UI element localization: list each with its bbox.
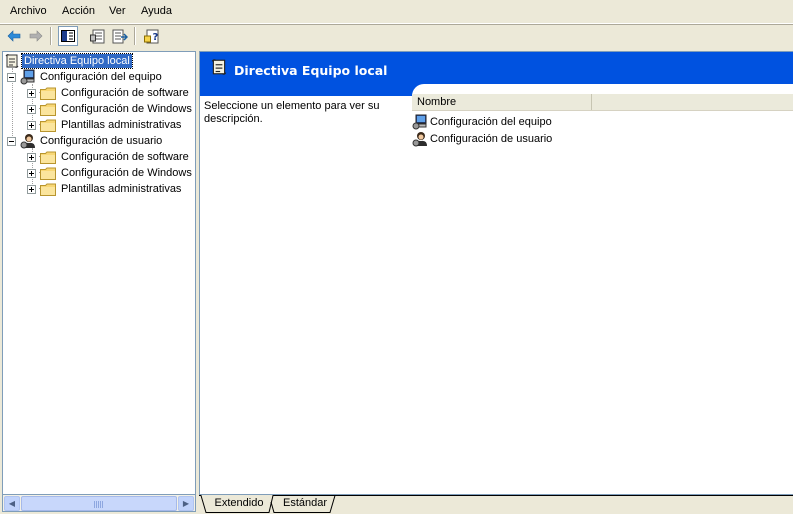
- properties-icon: [90, 29, 105, 43]
- view-tabs: Extendido Estándar: [199, 495, 793, 514]
- list-item-label: Configuración de usuario: [430, 133, 553, 145]
- work-area: Directiva Equipo local Configuración del…: [0, 49, 793, 514]
- toolbar-separator-2: [134, 27, 136, 45]
- folder-icon: [40, 167, 56, 180]
- tree-node-label: Directiva Equipo local: [21, 53, 133, 69]
- expand-toggle[interactable]: [27, 184, 36, 194]
- tree-node-label: Configuración de software: [61, 151, 189, 163]
- tree-node-computer-admin-templates[interactable]: Plantillas administrativas: [27, 117, 183, 133]
- tree-node-label: Plantillas administrativas: [61, 119, 182, 131]
- scroll-thumb[interactable]: [21, 496, 177, 511]
- help-icon: ?: [144, 29, 159, 43]
- expand-toggle[interactable]: [27, 104, 36, 114]
- policy-scroll-icon: [211, 59, 227, 75]
- tree-node-computer-software[interactable]: Configuración de software: [27, 85, 191, 101]
- svg-text:?: ?: [153, 32, 159, 43]
- collapse-toggle[interactable]: [7, 136, 16, 146]
- computer-icon: [412, 114, 427, 130]
- toolbar: ?: [0, 25, 793, 48]
- user-icon: [412, 132, 427, 147]
- tree-node-computer-config[interactable]: Configuración del equipo: [7, 69, 164, 85]
- tree-node-user-config[interactable]: Configuración de usuario: [7, 133, 164, 149]
- scroll-right-button[interactable]: ▶: [178, 496, 194, 511]
- user-icon: [20, 134, 35, 149]
- details-pane: Directiva Equipo local Seleccione un ele…: [199, 51, 793, 495]
- help-button[interactable]: ?: [142, 26, 162, 46]
- tree-horizontal-scrollbar[interactable]: ◀ ▶: [2, 495, 196, 512]
- menu-ayuda[interactable]: Ayuda: [141, 5, 172, 17]
- tree-node-label: Configuración del equipo: [40, 71, 162, 83]
- forward-icon: [29, 30, 43, 42]
- list-header: Nombre: [412, 94, 793, 111]
- list-item-user-config[interactable]: Configuración de usuario: [412, 131, 552, 147]
- tree-node-root[interactable]: Directiva Equipo local: [4, 53, 133, 69]
- description-text: Seleccione un elemento para ver su descr…: [204, 100, 380, 125]
- console-tree[interactable]: Directiva Equipo local Configuración del…: [2, 51, 196, 495]
- column-header-name[interactable]: Nombre: [412, 94, 592, 110]
- tree-node-label: Configuración de usuario: [40, 135, 163, 147]
- back-button[interactable]: [4, 26, 24, 46]
- show-hide-tree-icon: [61, 30, 75, 42]
- folder-icon: [40, 87, 56, 100]
- back-icon: [7, 30, 21, 42]
- menu-bar: Archivo Acción Ver Ayuda: [0, 0, 793, 24]
- tree-node-label: Configuración de Windows: [61, 167, 192, 179]
- tree-node-label: Plantillas administrativas: [61, 183, 182, 195]
- expand-toggle[interactable]: [27, 152, 36, 162]
- menu-archivo[interactable]: Archivo: [10, 5, 47, 17]
- forward-button[interactable]: [26, 26, 46, 46]
- computer-icon: [20, 69, 35, 85]
- export-list-button[interactable]: [110, 26, 130, 46]
- collapse-toggle[interactable]: [7, 72, 16, 82]
- list-item-computer-config[interactable]: Configuración del equipo: [412, 114, 552, 130]
- menu-ver[interactable]: Ver: [109, 5, 126, 17]
- export-list-icon: [112, 29, 128, 43]
- expand-toggle[interactable]: [27, 168, 36, 178]
- menu-accion[interactable]: Acción: [62, 5, 95, 17]
- toolbar-separator: [50, 27, 52, 45]
- chevron-left-icon: ◀: [8, 499, 16, 508]
- tree-node-label: Configuración de Windows: [61, 103, 192, 115]
- policy-scroll-icon: [5, 54, 19, 68]
- tree-node-user-windows[interactable]: Configuración de Windows: [27, 165, 194, 181]
- tree-node-user-software[interactable]: Configuración de software: [27, 149, 191, 165]
- tab-extended[interactable]: Extendido: [211, 496, 267, 512]
- chevron-right-icon: ▶: [182, 499, 190, 508]
- scroll-left-button[interactable]: ◀: [4, 496, 20, 511]
- folder-icon: [40, 151, 56, 164]
- banner-title: Directiva Equipo local: [234, 63, 388, 78]
- expand-toggle[interactable]: [27, 120, 36, 130]
- list-item-label: Configuración del equipo: [430, 116, 552, 128]
- expand-toggle[interactable]: [27, 88, 36, 98]
- folder-icon: [40, 119, 56, 132]
- tree-node-user-admin-templates[interactable]: Plantillas administrativas: [27, 181, 183, 197]
- tab-standard[interactable]: Estándar: [277, 496, 333, 512]
- tree-node-computer-windows[interactable]: Configuración de Windows: [27, 101, 194, 117]
- scroll-grip: [94, 501, 104, 508]
- properties-button[interactable]: [88, 26, 108, 46]
- tree-node-label: Configuración de software: [61, 87, 189, 99]
- show-hide-tree-button[interactable]: [58, 26, 78, 46]
- folder-icon: [40, 103, 56, 116]
- folder-icon: [40, 183, 56, 196]
